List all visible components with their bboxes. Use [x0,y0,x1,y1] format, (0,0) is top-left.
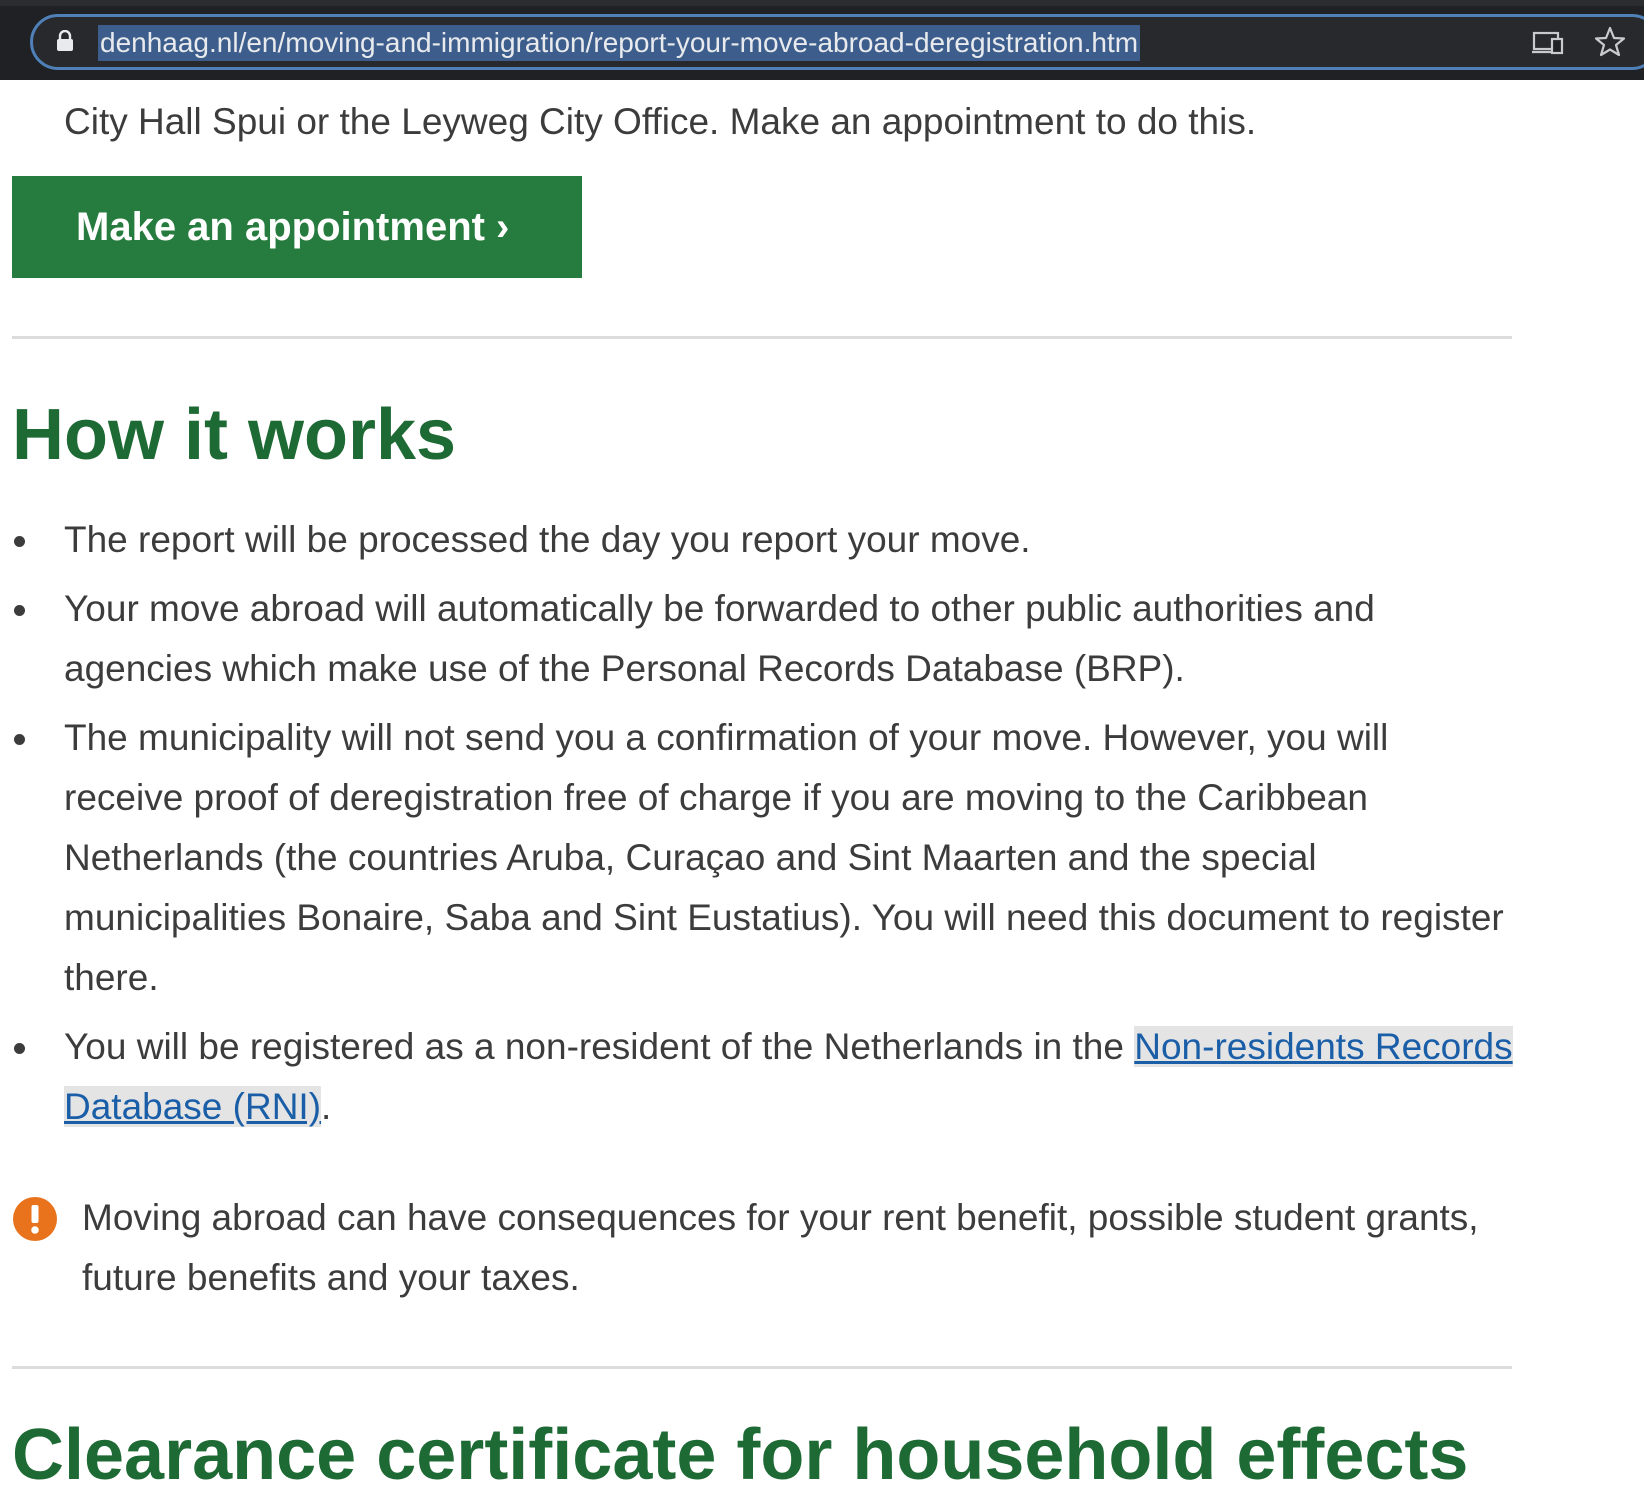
list-item-text: You will be registered as a non-resident… [64,1026,1135,1067]
list-item-period: . [321,1086,332,1127]
list-item-text: Your move abroad will automatically be f… [64,588,1375,689]
list-item-text: The municipality will not send you a con… [64,717,1504,998]
browser-toolbar: denhaag.nl/en/moving-and-immigration/rep… [0,0,1644,80]
intro-text: City Hall Spui or the Leyweg City Office… [64,101,1257,142]
list-item: You will be registered as a non-resident… [0,1017,1514,1137]
list-item: The report will be processed the day you… [0,510,1514,570]
make-appointment-button[interactable]: Make an appointment › [12,176,582,278]
bullet-icon [14,734,25,745]
section-divider [12,336,1512,339]
bullet-icon [14,536,25,547]
clearance-certificate-heading: Clearance certificate for household effe… [12,1415,1469,1495]
url-text[interactable]: denhaag.nl/en/moving-and-immigration/rep… [98,25,1141,61]
bullet-icon [14,1043,25,1054]
bullet-icon [14,605,25,616]
install-app-icon[interactable] [1532,30,1564,56]
bookmark-star-icon[interactable] [1594,26,1626,58]
tab-strip-edge [0,0,1644,6]
exclamation-icon [13,1197,57,1241]
list-item-text: The report will be processed the day you… [64,519,1031,560]
how-it-works-list: The report will be processed the day you… [0,510,1560,1146]
section-divider [12,1366,1512,1369]
list-item: Your move abroad will automatically be f… [0,579,1514,699]
how-it-works-heading: How it works [12,395,457,475]
list-item: The municipality will not send you a con… [0,708,1514,1008]
lock-icon[interactable] [56,30,74,52]
notice-text: Moving abroad can have consequences for … [82,1197,1479,1298]
